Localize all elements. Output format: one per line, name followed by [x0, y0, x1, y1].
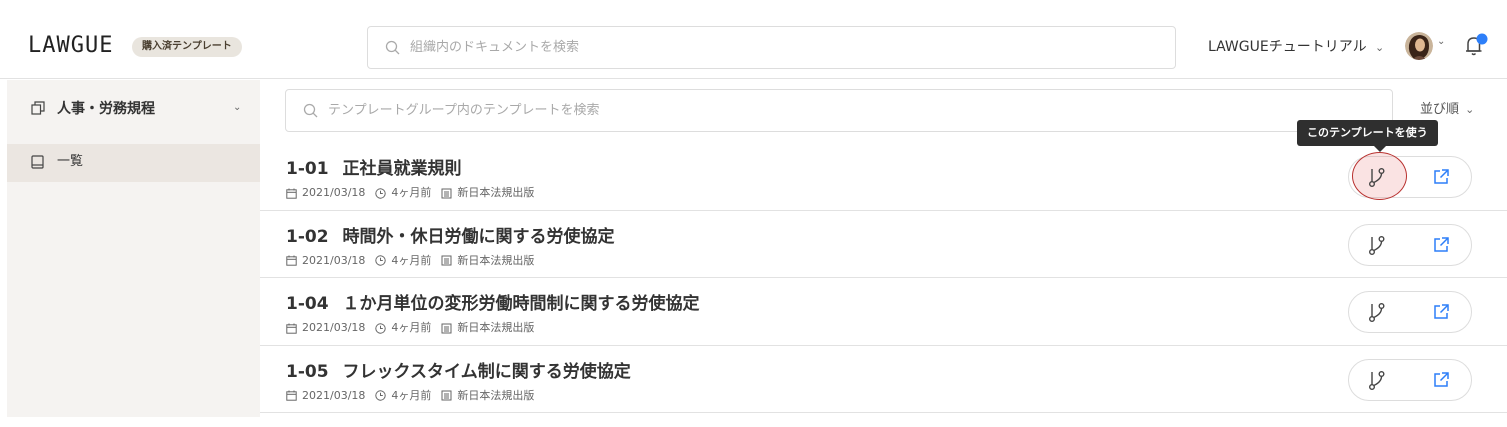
publisher-icon [441, 323, 452, 333]
template-updated-ago: 4ヶ月前 [391, 253, 432, 267]
template-search-box[interactable] [285, 89, 1393, 132]
template-meta: 2021/03/18 4ヶ月前 新日本法規出版 [286, 254, 534, 268]
template-updated-ago: 4ヶ月前 [391, 186, 432, 199]
template-title[interactable]: 1-04 １か月単位の変形労働時間制に関する労使協定 [286, 293, 700, 315]
publisher-icon [441, 390, 452, 401]
notifications-button[interactable] [1460, 31, 1488, 59]
template-group-selector[interactable]: 人事・労務規程 ⌄ [7, 80, 260, 136]
use-template-button[interactable] [1365, 368, 1389, 392]
template-meta: 2021/03/18 4ヶ月前 新日本法規出版 [286, 321, 534, 335]
open-in-new-tab-button[interactable] [1431, 235, 1451, 255]
open-in-new-tab-button[interactable] [1431, 167, 1451, 187]
open-in-new-tab-button[interactable] [1431, 302, 1451, 322]
branch-icon [1368, 370, 1385, 390]
copy-icon [31, 101, 45, 115]
tooltip-arrow [1374, 146, 1386, 152]
template-list: 1-01 正社員就業規則 2021/03/18 4ヶ月前 新日本法規出版 1-02… [260, 143, 1507, 413]
template-code: 1-02 [286, 226, 329, 247]
calendar-icon [286, 390, 297, 401]
template-publisher: 新日本法規出版 [457, 253, 535, 267]
template-date: 2021/03/18 [302, 253, 366, 267]
chevron-down-icon: ⌄ [233, 102, 242, 113]
top-header: LAWGUE 購入済テンプレート LAWGUEチュートリアル ⌄ ⌄ [0, 0, 1507, 79]
template-title[interactable]: 1-01 正社員就業規則 [286, 158, 462, 180]
use-template-button[interactable] [1365, 233, 1389, 257]
sidebar-item-list[interactable]: 一覧 [7, 144, 260, 182]
template-code: 1-01 [286, 159, 329, 179]
chevron-down-icon: ⌄ [1375, 41, 1385, 54]
template-publisher: 新日本法規出版 [457, 186, 535, 199]
sort-label: 並び順 [1420, 102, 1460, 117]
template-date: 2021/03/18 [302, 321, 366, 334]
table-row[interactable]: 1-01 正社員就業規則 2021/03/18 4ヶ月前 新日本法規出版 [260, 143, 1507, 211]
use-template-button[interactable] [1365, 300, 1389, 324]
table-row[interactable]: 1-05 フレックスタイム制に関する労使協定 2021/03/18 4ヶ月前 新日… [260, 346, 1507, 413]
clock-icon [375, 255, 387, 266]
template-title[interactable]: 1-02 時間外・休日労働に関する労使協定 [286, 226, 615, 248]
template-name: 正社員就業規則 [342, 159, 462, 179]
template-date: 2021/03/18 [302, 186, 366, 199]
template-meta: 2021/03/18 4ヶ月前 新日本法規出版 [286, 389, 534, 403]
use-template-tooltip: このテンプレートを使う [1297, 120, 1438, 146]
bell-icon [1466, 33, 1488, 56]
org-search-input[interactable] [410, 27, 1150, 68]
clock-icon [375, 187, 387, 199]
org-search-box[interactable] [367, 26, 1176, 69]
search-icon [385, 40, 400, 55]
template-title[interactable]: 1-05 フレックスタイム制に関する労使協定 [286, 361, 631, 383]
workspace-selector[interactable]: LAWGUEチュートリアル ⌄ [1208, 37, 1384, 58]
calendar-icon [286, 323, 297, 334]
row-actions [1348, 223, 1472, 266]
clock-icon [375, 390, 387, 401]
template-updated-ago: 4ヶ月前 [391, 321, 432, 334]
template-search-input[interactable] [328, 90, 1368, 131]
template-group-label: 人事・労務規程 [57, 101, 155, 117]
branch-icon [1368, 303, 1385, 323]
publisher-icon [441, 255, 452, 266]
user-avatar-image [1405, 32, 1433, 60]
list-icon [31, 155, 44, 169]
template-code: 1-04 [286, 294, 329, 314]
row-actions [1348, 152, 1472, 200]
template-name: 時間外・休日労働に関する労使協定 [342, 226, 615, 247]
template-publisher: 新日本法規出版 [457, 388, 535, 402]
table-row[interactable]: 1-02 時間外・休日労働に関する労使協定 2021/03/18 4ヶ月前 新日本… [260, 211, 1507, 278]
chevron-down-icon[interactable]: ⌄ [1437, 36, 1445, 47]
open-in-new-tab-button[interactable] [1431, 370, 1451, 390]
template-name: １か月単位の変形労働時間制に関する労使協定 [342, 294, 700, 314]
template-name: フレックスタイム制に関する労使協定 [342, 361, 631, 382]
chevron-down-icon: ⌄ [1465, 103, 1475, 116]
search-icon [303, 103, 318, 118]
calendar-icon [286, 188, 297, 199]
app-logo[interactable]: LAWGUE [28, 33, 113, 59]
template-date: 2021/03/18 [302, 388, 366, 402]
external-link-icon [1434, 304, 1449, 319]
calendar-icon [286, 255, 297, 266]
purchased-templates-badge[interactable]: 購入済テンプレート [132, 37, 242, 57]
table-row[interactable]: 1-04 １か月単位の変形労働時間制に関する労使協定 2021/03/18 4ヶ月… [260, 278, 1507, 346]
clock-icon [375, 322, 387, 334]
row-actions [1348, 291, 1472, 333]
avatar[interactable] [1405, 32, 1433, 60]
external-link-icon [1434, 371, 1449, 387]
sidebar: 人事・労務規程 ⌄ 一覧 [7, 80, 260, 417]
branch-icon [1368, 168, 1385, 188]
notification-dot [1476, 33, 1488, 45]
template-publisher: 新日本法規出版 [457, 321, 535, 334]
template-code: 1-05 [286, 361, 329, 382]
template-updated-ago: 4ヶ月前 [391, 388, 432, 402]
template-meta: 2021/03/18 4ヶ月前 新日本法規出版 [286, 186, 534, 200]
row-actions [1348, 358, 1472, 401]
publisher-icon [441, 188, 452, 198]
external-link-icon [1434, 236, 1449, 252]
branch-icon [1368, 235, 1385, 255]
workspace-name: LAWGUEチュートリアル [1208, 39, 1367, 55]
sort-dropdown[interactable]: 並び順 ⌄ [1420, 101, 1474, 119]
sidebar-item-label: 一覧 [57, 154, 84, 169]
external-link-icon [1434, 169, 1449, 184]
use-template-button[interactable] [1365, 165, 1389, 189]
